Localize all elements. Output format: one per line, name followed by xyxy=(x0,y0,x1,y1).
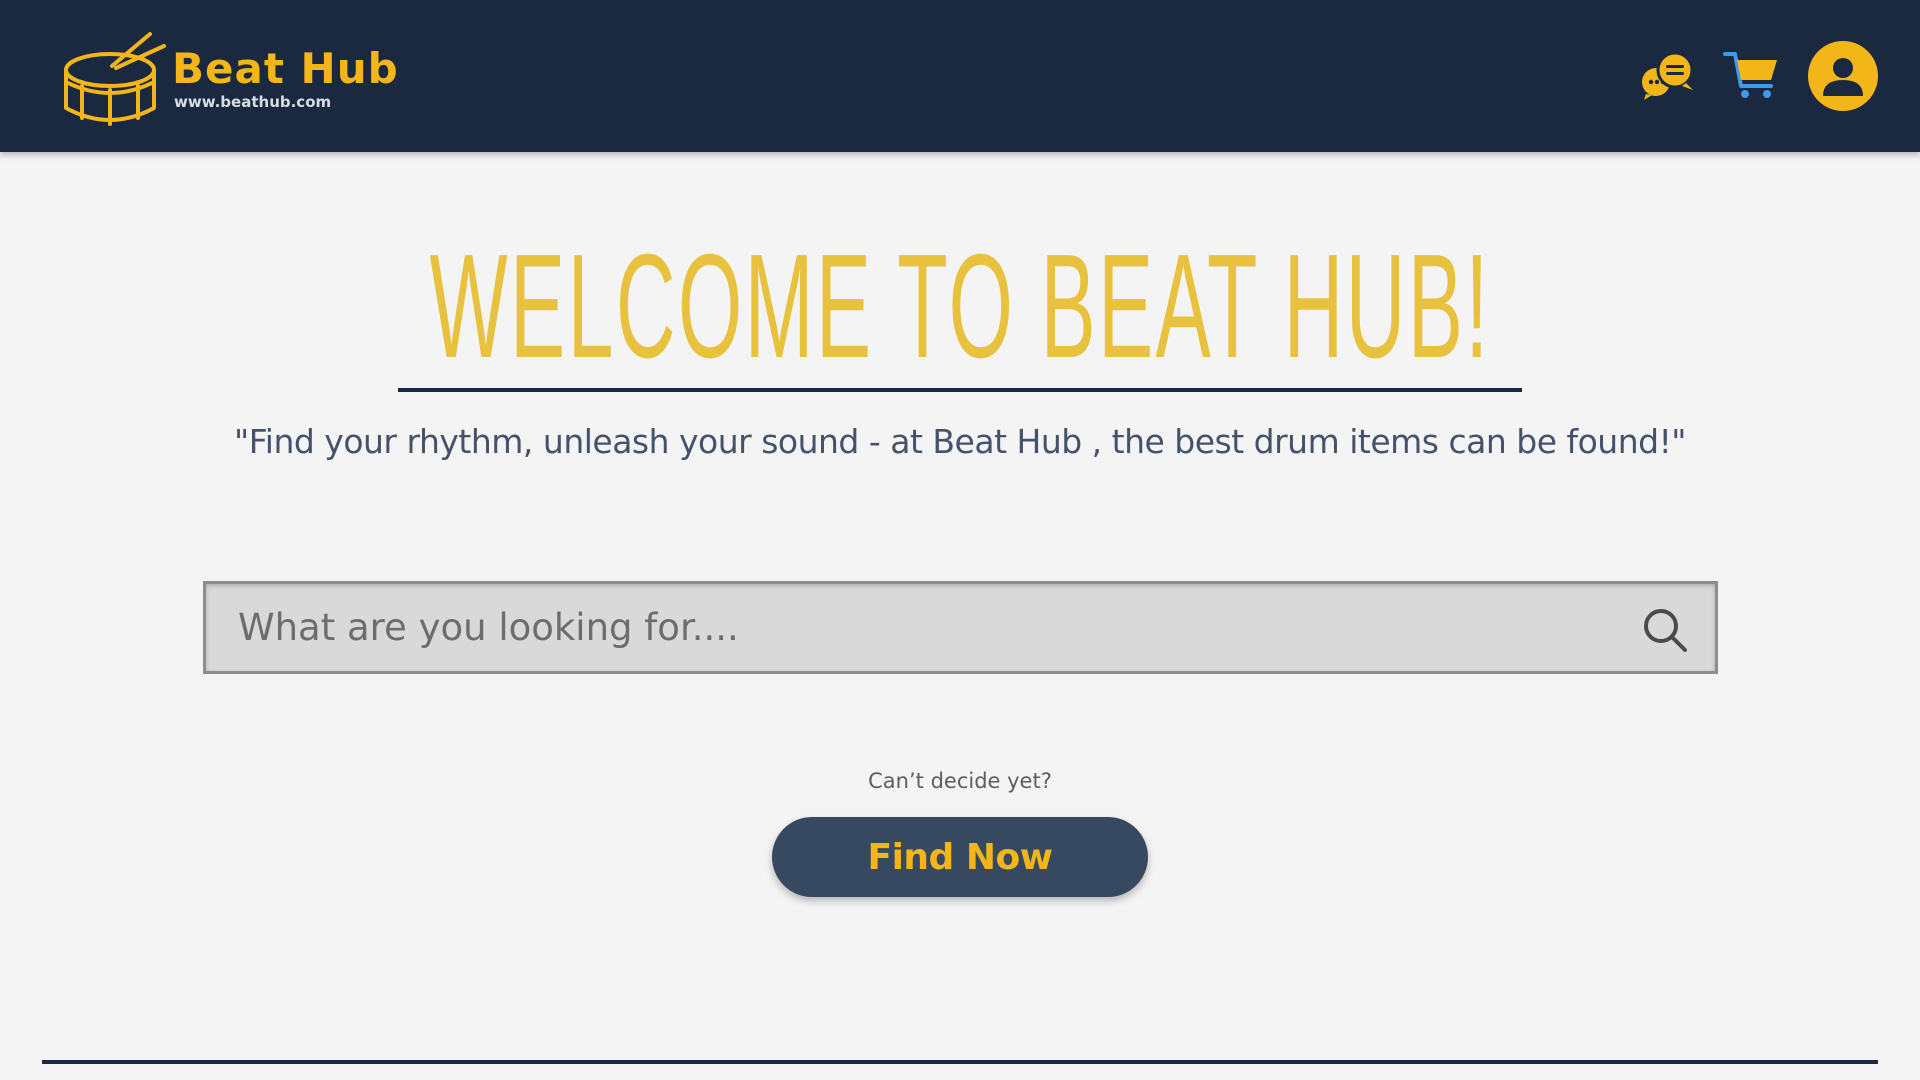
top-navbar: Beat Hub www.beathub.com xyxy=(0,0,1920,152)
chat-bubbles-icon[interactable] xyxy=(1640,50,1696,100)
drum-icon xyxy=(64,32,166,126)
brand-logo[interactable]: Beat Hub www.beathub.com xyxy=(60,26,399,130)
title-divider xyxy=(398,388,1522,392)
brand-name: Beat Hub xyxy=(172,44,399,93)
search-bar xyxy=(203,581,1718,674)
search-input[interactable] xyxy=(206,584,1715,671)
footer-divider xyxy=(42,1060,1878,1064)
shopping-cart-icon[interactable] xyxy=(1723,50,1781,100)
find-now-button[interactable]: Find Now xyxy=(772,817,1148,897)
page-title: WELCOME TO BEAT HUB! xyxy=(429,224,1491,389)
tagline: "Find your rhythm, unleash your sound - … xyxy=(234,422,1686,461)
search-icon[interactable] xyxy=(1641,606,1689,654)
cta-note: Can’t decide yet? xyxy=(868,769,1052,793)
user-account-icon[interactable] xyxy=(1808,41,1878,111)
brand-url: www.beathub.com xyxy=(174,93,332,111)
